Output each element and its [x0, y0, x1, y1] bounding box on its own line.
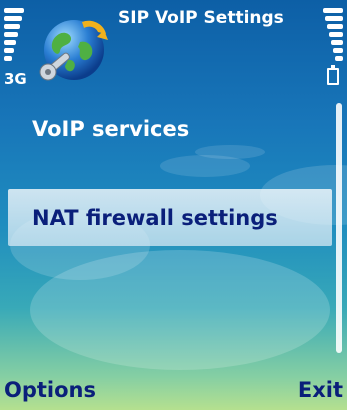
menu-item-nat-firewall-settings[interactable]: NAT firewall settings: [8, 189, 332, 246]
menu-item-label: NAT firewall settings: [32, 205, 278, 230]
battery-level-icon: [323, 8, 343, 64]
page-title: SIP VoIP Settings: [118, 8, 284, 28]
signal-strength-icon: [4, 8, 24, 64]
scrollbar[interactable]: [336, 103, 342, 353]
scrollbar-thumb[interactable]: [336, 103, 342, 353]
globe-wrench-icon: [39, 20, 108, 81]
exit-softkey[interactable]: Exit: [298, 378, 343, 402]
menu-item-voip-services[interactable]: VoIP services: [8, 100, 332, 157]
options-softkey[interactable]: Options: [4, 378, 96, 402]
network-type-label: 3G: [4, 70, 27, 88]
settings-screen: 3G SIP VoIP Settings VoIP services NAT f…: [0, 0, 347, 410]
battery-icon: [327, 65, 339, 85]
menu-item-label: VoIP services: [32, 116, 190, 141]
